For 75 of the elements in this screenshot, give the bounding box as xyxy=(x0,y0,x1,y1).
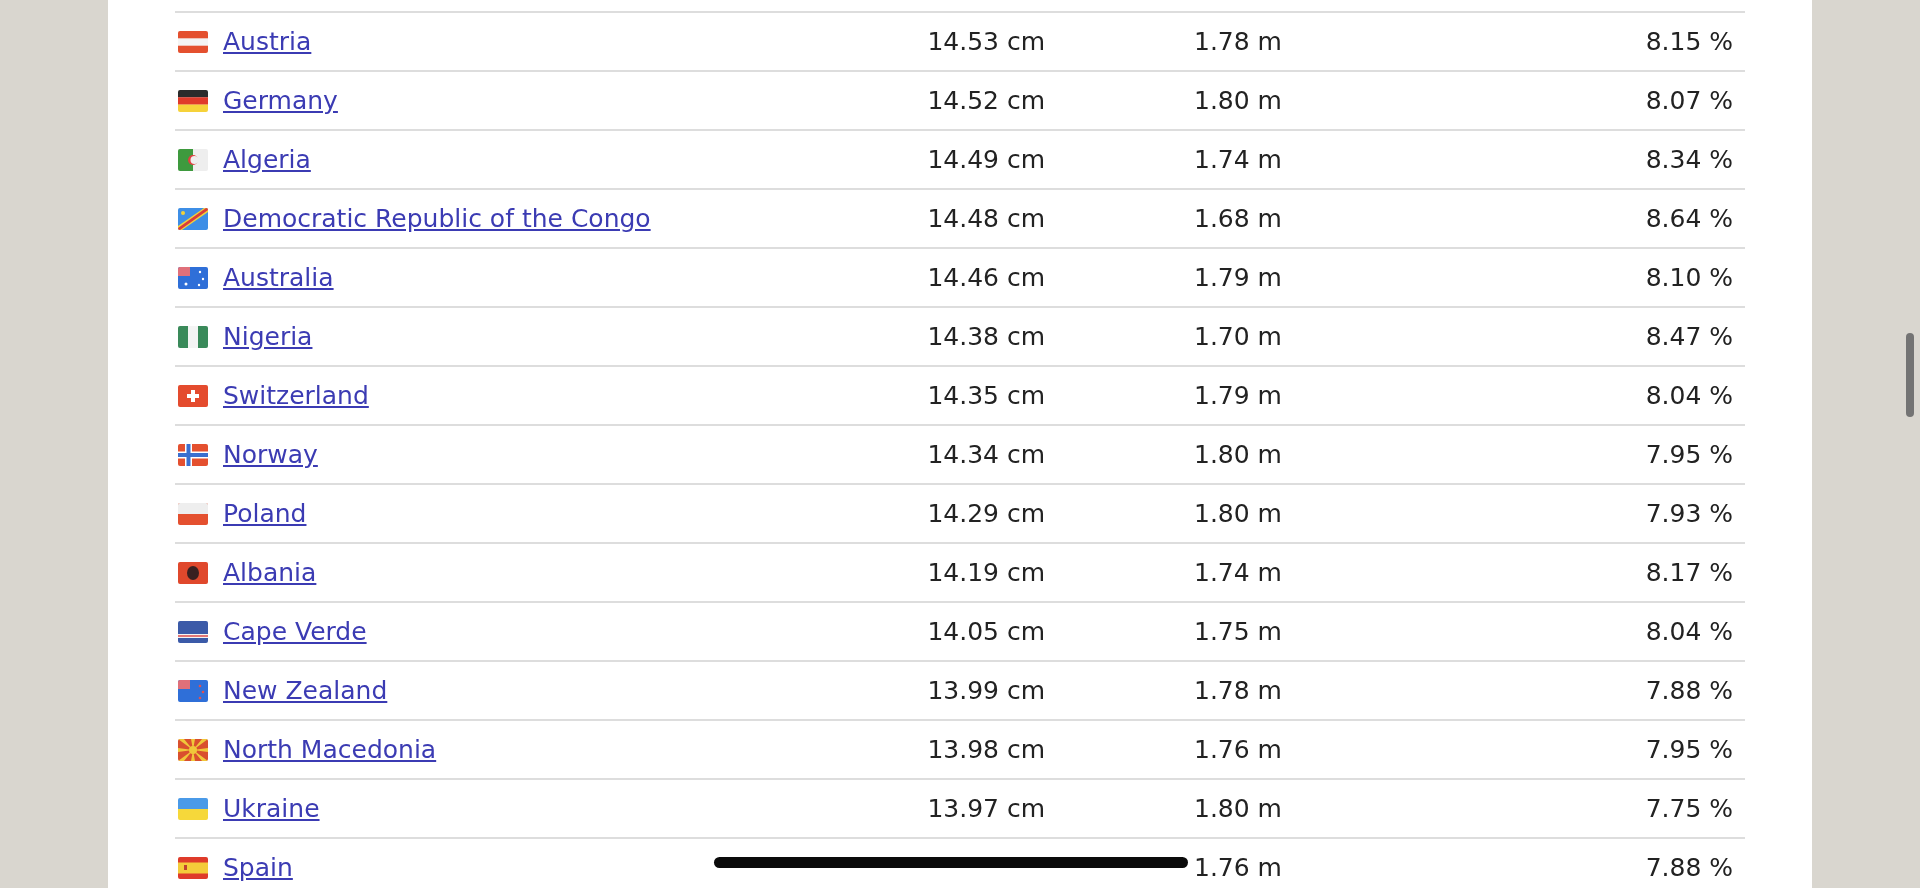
flag-icon xyxy=(178,856,208,879)
table-cell: 8.34 % xyxy=(1645,145,1733,174)
table-cell: 14.53 cm xyxy=(927,27,1045,56)
table-cell: 7.95 % xyxy=(1645,735,1733,764)
country-link[interactable]: New Zealand xyxy=(223,676,388,705)
scrollbar-thumb[interactable] xyxy=(1906,333,1914,417)
country-link[interactable]: Austria xyxy=(223,27,312,56)
country-link[interactable]: North Macedonia xyxy=(223,735,437,764)
table-cell: 8.17 % xyxy=(1645,558,1733,587)
table-cell: 1.74 m xyxy=(1194,145,1282,174)
flag-icon xyxy=(178,502,208,525)
country-link[interactable]: Algeria xyxy=(223,145,311,174)
table-cell: 14.19 cm xyxy=(927,558,1045,587)
flag-icon xyxy=(178,325,208,348)
table-cell: 1.76 m xyxy=(1194,735,1282,764)
table-cell: 14.35 cm xyxy=(927,381,1045,410)
table-cell: 1.78 m xyxy=(1194,27,1282,56)
table-cell: 1.76 m xyxy=(1194,853,1282,882)
table-cell: 1.74 m xyxy=(1194,558,1282,587)
flag-icon xyxy=(178,561,208,584)
table-cell: 8.15 % xyxy=(1645,27,1733,56)
flag-icon xyxy=(178,738,208,761)
flag-icon xyxy=(178,148,208,171)
table-cell: 8.47 % xyxy=(1645,322,1733,351)
country-link[interactable]: Democratic Republic of the Congo xyxy=(223,204,651,233)
table-cell: 13.98 cm xyxy=(927,735,1045,764)
flag-icon xyxy=(178,679,208,702)
table-cell: 8.04 % xyxy=(1645,381,1733,410)
flag-icon xyxy=(178,620,208,643)
table-cell: 1.75 m xyxy=(1194,617,1282,646)
country-link[interactable]: Ukraine xyxy=(223,794,320,823)
table-cell: 1.80 m xyxy=(1194,499,1282,528)
table-cell: 14.34 cm xyxy=(927,440,1045,469)
country-link[interactable]: Switzerland xyxy=(223,381,369,410)
table-cell: 13.99 cm xyxy=(927,676,1045,705)
flag-icon xyxy=(178,266,208,289)
table-cell: 7.93 % xyxy=(1645,499,1733,528)
country-link[interactable]: Albania xyxy=(223,558,317,587)
country-link[interactable]: Norway xyxy=(223,440,318,469)
country-link[interactable]: Cape Verde xyxy=(223,617,367,646)
table-cell: 14.29 cm xyxy=(927,499,1045,528)
country-link[interactable]: Nigeria xyxy=(223,322,313,351)
table-cell: 1.70 m xyxy=(1194,322,1282,351)
table-cell: 8.07 % xyxy=(1645,86,1733,115)
table-cell: 14.49 cm xyxy=(927,145,1045,174)
flag-icon xyxy=(178,443,208,466)
table-cell: 7.88 % xyxy=(1645,676,1733,705)
table-cell: 7.95 % xyxy=(1645,440,1733,469)
country-link[interactable]: Germany xyxy=(223,86,338,115)
table-cell: 1.78 m xyxy=(1194,676,1282,705)
table-cell: 13.97 cm xyxy=(927,794,1045,823)
table-cell: 8.64 % xyxy=(1645,204,1733,233)
table-cell: 8.04 % xyxy=(1645,617,1733,646)
country-link[interactable]: Poland xyxy=(223,499,307,528)
flag-icon xyxy=(178,797,208,820)
country-link[interactable]: Spain xyxy=(223,853,293,882)
table-cell: 1.68 m xyxy=(1194,204,1282,233)
table-cell: 14.46 cm xyxy=(927,263,1045,292)
table-cell: 1.80 m xyxy=(1194,86,1282,115)
table-cell: 1.79 m xyxy=(1194,263,1282,292)
table-cell: 14.05 cm xyxy=(927,617,1045,646)
table-cell: 7.75 % xyxy=(1645,794,1733,823)
flag-icon xyxy=(178,384,208,407)
table-cell: 14.52 cm xyxy=(927,86,1045,115)
table-cell: 7.88 % xyxy=(1645,853,1733,882)
table-cell: 8.10 % xyxy=(1645,263,1733,292)
table-cell: 14.48 cm xyxy=(927,204,1045,233)
table-cell: 14.38 cm xyxy=(927,322,1045,351)
table-cell: 1.79 m xyxy=(1194,381,1282,410)
table-cell: 1.80 m xyxy=(1194,794,1282,823)
flag-icon xyxy=(178,207,208,230)
table-cell: 1.80 m xyxy=(1194,440,1282,469)
country-link[interactable]: Australia xyxy=(223,263,334,292)
flag-icon xyxy=(178,89,208,112)
flag-icon xyxy=(178,30,208,53)
